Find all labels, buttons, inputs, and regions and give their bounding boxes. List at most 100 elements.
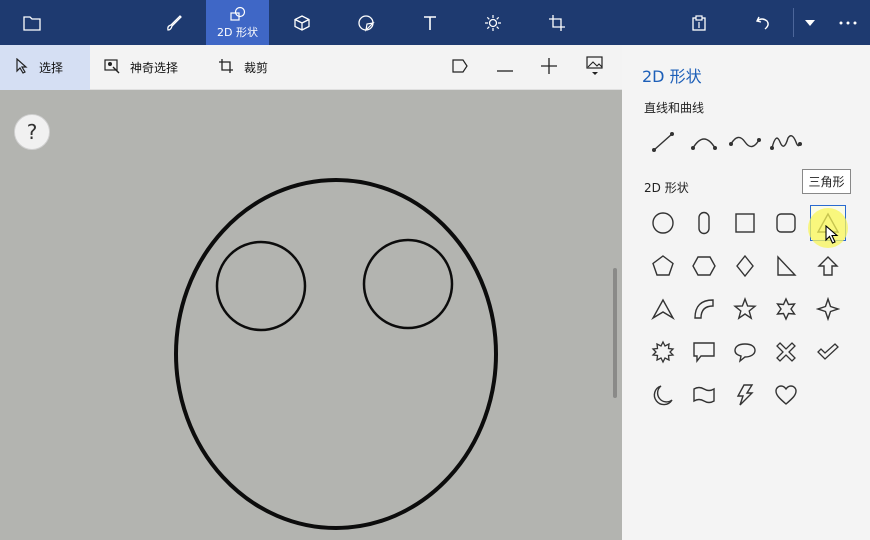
mouse-cursor-icon — [825, 224, 839, 249]
speech-bubble-oval-icon — [733, 341, 757, 363]
magic-select-tool[interactable]: 神奇选择 — [104, 45, 204, 90]
s-curve-icon — [729, 130, 761, 154]
undo-button[interactable] — [747, 0, 779, 45]
burst-icon — [651, 340, 675, 364]
lightning-icon — [735, 383, 755, 407]
pentagon-shape-button[interactable] — [645, 248, 681, 284]
tab-stickers[interactable] — [350, 0, 382, 45]
tab-2d-shapes-label: 2D 形状 — [217, 25, 258, 39]
canvas-crop-icon — [548, 14, 566, 32]
checkmark-icon — [816, 342, 840, 362]
tab-2d-shapes[interactable]: 2D 形状 — [206, 0, 269, 45]
arrow-up-shape-button[interactable] — [810, 248, 846, 284]
crop-icon — [218, 58, 244, 77]
paste-3d-button[interactable] — [683, 0, 715, 45]
right-eye-circle[interactable] — [362, 238, 454, 330]
text-icon — [421, 14, 439, 32]
pointer-icon — [15, 57, 39, 77]
dropdown-icon — [805, 19, 815, 26]
cross-icon — [775, 341, 797, 363]
capsule-icon — [697, 211, 711, 235]
line-icon — [650, 130, 676, 154]
right-triangle-shape-button[interactable] — [768, 248, 804, 284]
square-shape-button[interactable] — [727, 205, 763, 241]
brush-icon — [165, 14, 183, 32]
circle-shape-button[interactable] — [645, 205, 681, 241]
hexagon-shape-button[interactable] — [686, 248, 722, 284]
square-icon — [734, 212, 756, 234]
help-button[interactable]: ? — [14, 114, 50, 150]
curve-icon — [690, 130, 718, 154]
banner-shape-button[interactable] — [686, 377, 722, 413]
vertical-scrollbar[interactable] — [613, 268, 617, 398]
top-menu-bar: 2D 形状 — [0, 0, 870, 45]
tab-effects[interactable] — [477, 0, 509, 45]
brushes-tab[interactable] — [158, 0, 190, 45]
lines-heading: 直线和曲线 — [644, 101, 705, 115]
zoom-in-button[interactable] — [541, 45, 564, 90]
help-label: ? — [26, 120, 38, 144]
canvas-toolbar: 选择 神奇选择 裁剪 — [0, 45, 622, 90]
line-shape-button[interactable] — [645, 124, 681, 160]
history-dropdown[interactable] — [798, 0, 822, 45]
more-button[interactable] — [833, 0, 863, 45]
right-triangle-icon — [775, 255, 797, 277]
paint3d-window: 2D 形状 选择 神奇选择 裁剪 ? 2D 形状 直线和曲线 2D 形状 三角形 — [0, 0, 870, 540]
image-view-icon — [586, 56, 614, 79]
quarter-arc-shape-button[interactable] — [686, 291, 722, 327]
sticker-icon — [357, 14, 375, 32]
speech-bubble-rect-icon — [692, 341, 716, 363]
heart-shape-button[interactable] — [768, 377, 804, 413]
panel-title: 2D 形状 — [642, 67, 702, 86]
star6-shape-button[interactable] — [768, 291, 804, 327]
effects-icon — [484, 14, 502, 32]
circle-icon — [651, 211, 675, 235]
magic-select-icon — [104, 58, 130, 77]
view-options-button[interactable] — [586, 45, 614, 90]
triangle-tooltip: 三角形 — [802, 169, 851, 194]
moon-shape-button[interactable] — [645, 377, 681, 413]
burst-shape-button[interactable] — [645, 334, 681, 370]
tab-canvas[interactable] — [541, 0, 573, 45]
star5-icon — [733, 297, 757, 321]
checkmark-shape-button[interactable] — [810, 334, 846, 370]
zoom-out-button[interactable] — [497, 45, 523, 90]
flag-button[interactable] — [452, 45, 475, 90]
crop-label: 裁剪 — [244, 61, 269, 75]
diamond-icon — [735, 254, 755, 278]
star4-shape-button[interactable] — [810, 291, 846, 327]
arrowhead-shape-button[interactable] — [645, 291, 681, 327]
s-curve-shape-button[interactable] — [727, 124, 763, 160]
folder-icon — [23, 15, 41, 31]
crop-tool[interactable]: 裁剪 — [218, 45, 288, 90]
rounded-square-shape-button[interactable] — [768, 205, 804, 241]
curve-shape-button[interactable] — [686, 124, 722, 160]
tab-text[interactable] — [414, 0, 446, 45]
diamond-shape-button[interactable] — [727, 248, 763, 284]
zoom-out-icon — [497, 61, 523, 75]
star5-shape-button[interactable] — [727, 291, 763, 327]
capsule-shape-button[interactable] — [686, 205, 722, 241]
undo-icon — [754, 14, 772, 32]
left-eye-circle[interactable] — [215, 240, 307, 332]
face-ellipse[interactable] — [174, 178, 498, 530]
select-tool[interactable]: 选择 — [0, 45, 90, 90]
select-label: 选择 — [39, 61, 64, 75]
toolbar-divider — [793, 8, 794, 37]
wave-shape-button[interactable] — [768, 124, 804, 160]
speech-rect-shape-button[interactable] — [686, 334, 722, 370]
canvas-drawing[interactable] — [0, 90, 622, 540]
menu-button[interactable] — [14, 0, 50, 45]
heart-icon — [774, 384, 798, 406]
cross-shape-button[interactable] — [768, 334, 804, 370]
wave-icon — [770, 130, 802, 154]
moon-icon — [652, 384, 674, 406]
arrowhead-icon — [651, 298, 675, 320]
lightning-shape-button[interactable] — [727, 377, 763, 413]
banner-icon — [692, 385, 716, 405]
speech-oval-shape-button[interactable] — [727, 334, 763, 370]
tab-3d-shapes[interactable] — [286, 0, 318, 45]
hexagon-icon — [692, 255, 716, 277]
pentagon-icon — [651, 254, 675, 278]
star4-icon — [816, 297, 840, 321]
